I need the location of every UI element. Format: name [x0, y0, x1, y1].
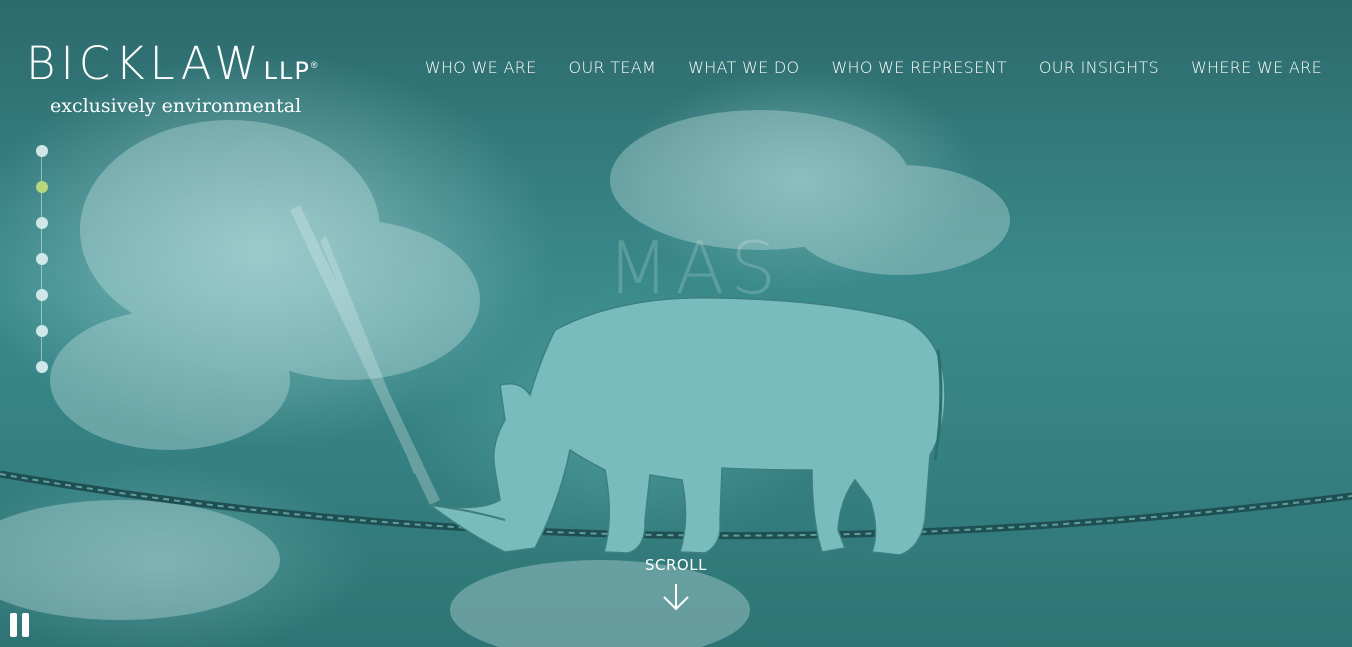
scroll-button[interactable]: SCROLL — [644, 556, 708, 612]
scroll-label: SCROLL — [645, 556, 707, 574]
slide-dot-3[interactable] — [36, 217, 48, 229]
slide-dot-6[interactable] — [36, 325, 48, 337]
slide-dot-4[interactable] — [36, 253, 48, 265]
nav-who-we-are[interactable]: WHO WE ARE — [425, 58, 537, 77]
logo-wordmark: BICKLAW — [26, 37, 264, 90]
slide-headline: MAS — [607, 226, 783, 310]
slide-dot-2[interactable] — [36, 181, 48, 193]
slide-dot-1[interactable] — [36, 145, 48, 157]
slide-dot-7[interactable] — [36, 361, 48, 373]
arrow-down-icon — [663, 584, 689, 611]
main-nav: WHO WE ARE OUR TEAM WHAT WE DO WHO WE RE… — [425, 58, 1322, 77]
pause-button[interactable] — [10, 613, 32, 639]
nav-our-insights[interactable]: OUR INSIGHTS — [1039, 58, 1159, 77]
logo-tagline: exclusively environmental — [50, 95, 302, 117]
nav-our-team[interactable]: OUR TEAM — [569, 58, 657, 77]
logo-suffix: LLP — [263, 57, 311, 85]
registered-mark: ® — [310, 60, 318, 70]
logo[interactable]: BICKLAWLLP® exclusively environmental — [26, 37, 318, 118]
nav-who-we-represent[interactable]: WHO WE REPRESENT — [831, 58, 1006, 77]
nav-what-we-do[interactable]: WHAT WE DO — [688, 58, 799, 77]
rhino — [429, 297, 946, 556]
pause-icon — [10, 613, 17, 637]
slide-dot-5[interactable] — [36, 289, 48, 301]
slide-pagination — [36, 145, 48, 373]
nav-where-we-are[interactable]: WHERE WE ARE — [1191, 58, 1322, 77]
